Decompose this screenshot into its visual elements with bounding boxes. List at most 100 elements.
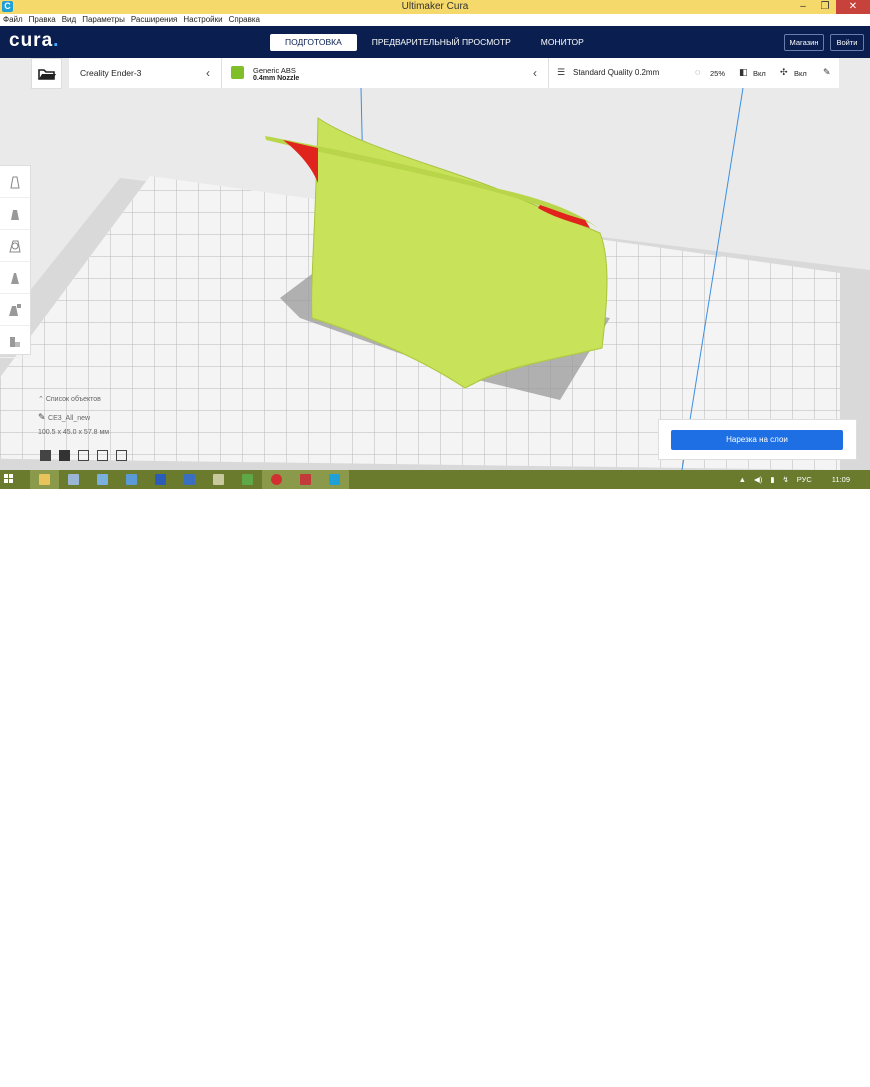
chevron-left-icon: ‹ (206, 66, 210, 80)
folder-icon (38, 69, 56, 80)
infill-icon: ◌ (695, 67, 701, 77)
object-list-label: Список объектов (45, 396, 101, 403)
keyboard-language[interactable]: РУС (797, 475, 812, 484)
taskbar-docs[interactable] (291, 470, 320, 489)
word-icon (155, 474, 166, 485)
network-tray-icon[interactable]: ▮ (770, 475, 774, 484)
restore-button[interactable]: ❐ (814, 0, 836, 14)
camera-view-buttons (40, 450, 127, 461)
quality-profile: Standard Quality 0.2mm (573, 68, 660, 77)
taskbar-apps (30, 470, 349, 489)
files-icon (126, 474, 137, 485)
support-value: Вкл (753, 69, 766, 78)
taskbar-files[interactable] (117, 470, 146, 489)
open-file-button[interactable] (31, 58, 62, 89)
taskbar-network[interactable] (59, 470, 88, 489)
window-titlebar: C Ultimaker Cura – ❐ ✕ (0, 0, 870, 15)
right-view-icon[interactable] (116, 450, 127, 461)
front-view-icon[interactable] (59, 450, 70, 461)
tool-panel (0, 165, 31, 358)
top-view-icon[interactable] (78, 450, 89, 461)
opera-icon (271, 474, 282, 485)
os-taskbar: ▲ ◀) ▮ ↯ РУС 11:09 (0, 470, 870, 489)
mirror-tool-button[interactable] (0, 262, 30, 294)
taskbar-visio[interactable] (175, 470, 204, 489)
object-name: CE3_All_new (48, 415, 91, 422)
taskbar-opera[interactable] (262, 470, 291, 489)
paint-icon (213, 474, 224, 485)
object-name-row[interactable]: ✎ CE3_All_new (38, 412, 109, 422)
support-icon: ◧ (739, 67, 748, 77)
menu-preferences[interactable]: Настройки (180, 14, 225, 26)
window-controls: – ❐ ✕ (792, 0, 870, 14)
tray-expand-icon[interactable]: ▲ (739, 475, 746, 484)
scale-tool-button[interactable] (0, 198, 30, 230)
rotate-icon (9, 240, 21, 252)
volume-icon[interactable]: ◀) (754, 475, 762, 484)
menu-file[interactable]: Файл (0, 14, 26, 26)
notes-icon (97, 474, 108, 485)
menu-extensions[interactable]: Расширения (128, 14, 181, 26)
material-name: Generic ABS (253, 66, 296, 75)
per-model-settings-button[interactable] (0, 294, 30, 326)
per-model-settings-icon (9, 303, 21, 316)
taskbar-cura[interactable] (320, 470, 349, 489)
tab-monitor[interactable]: МОНИТОР (526, 34, 599, 51)
move-icon (10, 176, 20, 188)
menu-help[interactable]: Справка (226, 14, 263, 26)
chevron-up-icon: ⌃ (38, 396, 46, 403)
taskbar-word[interactable] (146, 470, 175, 489)
taskbar-explorer[interactable] (30, 470, 59, 489)
build-plate-viewport[interactable] (0, 58, 870, 470)
tab-prepare[interactable]: ПОДГОТОВКА (270, 34, 357, 51)
pencil-icon: ✎ (38, 412, 49, 422)
login-button[interactable]: Войти (830, 34, 864, 51)
visio-icon (184, 474, 195, 485)
power-icon[interactable]: ↯ (782, 475, 788, 484)
edit-pencil-icon[interactable]: ✎ (823, 67, 833, 77)
infill-value: 25% (710, 69, 726, 78)
menu-view[interactable]: Вид (59, 14, 79, 26)
system-tray: ▲ ◀) ▮ ↯ РУС 11:09 (739, 470, 870, 489)
taskbar-notes[interactable] (88, 470, 117, 489)
3d-view-icon[interactable] (40, 450, 51, 461)
object-info: ⌃ Список объектов ✎ CE3_All_new 100.5 x … (38, 395, 109, 446)
rotate-tool-button[interactable] (0, 230, 30, 262)
menu-bar: Файл Правка Вид Параметры Расширения Нас… (0, 14, 870, 26)
cura-icon (329, 474, 340, 485)
window-title: Ultimaker Cura (401, 1, 469, 12)
close-button[interactable]: ✕ (836, 0, 870, 14)
left-view-icon[interactable] (97, 450, 108, 461)
app-header: cura. ПОДГОТОВКА ПРЕДВАРИТЕЛЬНЫЙ ПРОСМОТ… (0, 26, 870, 58)
support-blocker-icon (10, 336, 20, 347)
taskbar-tree-app[interactable] (233, 470, 262, 489)
tab-preview[interactable]: ПРЕДВАРИТЕЛЬНЫЙ ПРОСМОТР (357, 34, 526, 51)
cura-logo: cura. (9, 30, 60, 51)
marketplace-button[interactable]: Магазин (784, 34, 824, 51)
action-panel: Нарезка на слои (658, 419, 857, 460)
extruder-badge-icon (231, 66, 244, 79)
clock[interactable]: 11:09 (832, 475, 850, 484)
network-icon (68, 474, 79, 485)
support-blocker-button[interactable] (0, 326, 30, 358)
explorer-icon (39, 474, 50, 485)
windows-start-icon[interactable] (4, 474, 14, 484)
object-dimensions: 100.5 x 45.0 x 57.8 мм (38, 429, 110, 436)
taskbar-paint[interactable] (204, 470, 233, 489)
material-selector[interactable]: Generic ABS 0.4mm Nozzle ‹ (222, 58, 549, 88)
minimize-button[interactable]: – (792, 0, 814, 14)
menu-edit[interactable]: Правка (26, 14, 59, 26)
tree-icon (242, 474, 253, 485)
print-settings-selector[interactable]: ☰ Standard Quality 0.2mm ◌ 25% ◧ Вкл ✣ В… (549, 58, 839, 88)
quality-profile-icon: ☰ (557, 67, 566, 77)
object-list-toggle[interactable]: ⌃ Список объектов (38, 395, 109, 404)
slice-button[interactable]: Нарезка на слои (671, 430, 843, 450)
adhesion-icon: ✣ (780, 67, 788, 77)
docs-icon (300, 474, 311, 485)
move-tool-button[interactable] (0, 166, 30, 198)
menu-settings[interactable]: Параметры (79, 14, 128, 26)
build-plate-scene (0, 87, 870, 470)
mirror-icon (11, 272, 19, 284)
printer-selector[interactable]: Creality Ender-3 ‹ (69, 58, 222, 88)
chevron-left-icon: ‹ (533, 66, 537, 80)
